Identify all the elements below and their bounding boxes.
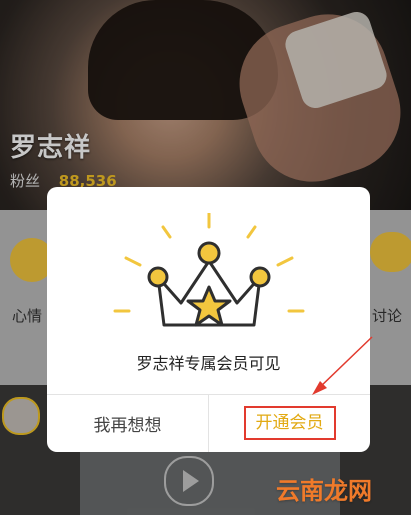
- open-membership-label: 开通会员: [243, 406, 336, 440]
- watermark: 云南龙网: [276, 477, 372, 505]
- dialog-message: 罗志祥专属会员可见: [136, 354, 281, 373]
- think-again-label: 我再想想: [93, 415, 162, 436]
- open-membership-button[interactable]: 开通会员: [209, 394, 370, 452]
- crown-with-star-icon: [113, 213, 305, 327]
- member-only-dialog: 罗志祥专属会员可见 我再想想 开通会员: [47, 187, 370, 452]
- think-again-button[interactable]: 我再想想: [47, 394, 208, 452]
